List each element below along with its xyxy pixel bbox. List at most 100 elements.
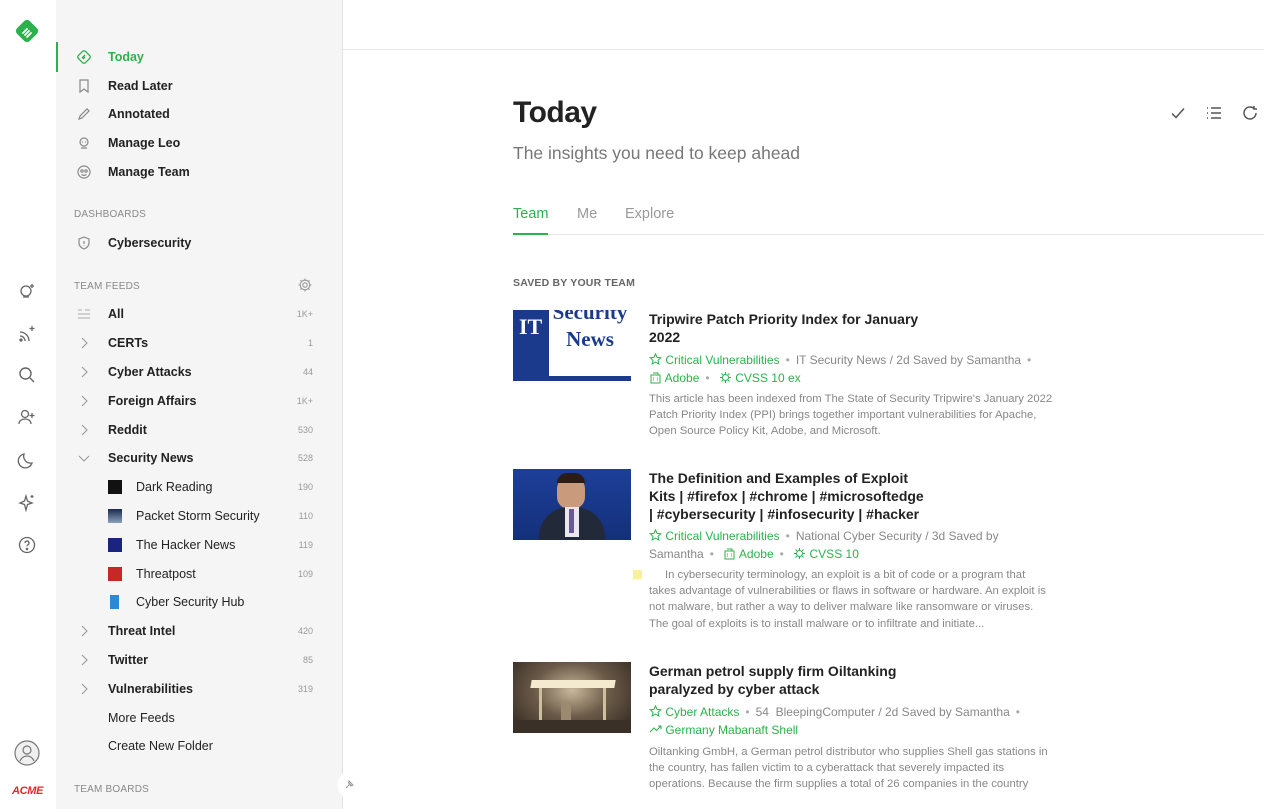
- sparkle-icon[interactable]: [14, 490, 40, 516]
- article-thumbnail[interactable]: [513, 662, 631, 733]
- article-card[interactable]: The Definition and Examples of Exploit K…: [513, 469, 1053, 639]
- feedly-logo-icon[interactable]: [14, 18, 40, 44]
- tab-bar: Team Me Explore: [513, 206, 1264, 235]
- feed-dark-reading[interactable]: Dark Reading 190: [56, 474, 343, 500]
- main-content: Today The insights you need to keep ahea…: [343, 50, 1264, 809]
- chevron-right-icon[interactable]: [76, 335, 92, 351]
- building-icon: [649, 371, 662, 389]
- article-thumbnail[interactable]: [513, 469, 631, 540]
- article-title[interactable]: Tripwire Patch Priority Index for Januar…: [649, 310, 929, 346]
- feed-threatpost[interactable]: Threatpost 109: [56, 561, 343, 587]
- page-actions: [1169, 104, 1259, 127]
- feed-count: 528: [297, 453, 313, 463]
- article-entities: Samantha • Adobe • CVSS 10: [649, 545, 1049, 565]
- layout-list-icon[interactable]: [1205, 104, 1223, 127]
- nav-item-annotated[interactable]: Annotated: [56, 101, 343, 127]
- more-feeds-link[interactable]: More Feeds: [56, 705, 343, 731]
- chevron-right-icon[interactable]: [76, 364, 92, 380]
- cvss-link[interactable]: CVSS 10: [810, 547, 859, 561]
- feed-label: Dark Reading: [136, 480, 213, 494]
- feed-label: Vulnerabilities: [108, 682, 193, 696]
- profile-avatar-icon[interactable]: [14, 740, 40, 766]
- feed-count: 1: [307, 338, 313, 348]
- mark-read-icon[interactable]: [1169, 104, 1187, 127]
- nav-item-manage-team[interactable]: Manage Team: [56, 159, 343, 185]
- article-entities: Adobe • CVSS 10 ex: [649, 369, 1049, 389]
- add-leo-icon[interactable]: [14, 278, 40, 304]
- tab-team[interactable]: Team: [513, 206, 548, 235]
- search-icon[interactable]: [14, 362, 40, 388]
- feed-count: 85: [302, 655, 313, 665]
- shield-icon: [76, 235, 92, 251]
- trend-link[interactable]: Germany Mabanaft Shell: [665, 723, 798, 737]
- nav-item-label: Manage Team: [108, 165, 190, 179]
- chevron-right-icon[interactable]: [76, 422, 92, 438]
- feed-security-news[interactable]: Security News 528: [56, 445, 343, 471]
- create-new-folder-link[interactable]: Create New Folder: [56, 733, 343, 759]
- article-summary: This article has been indexed from The S…: [649, 393, 1053, 438]
- acme-logo: ACME: [12, 785, 44, 797]
- dark-reading-favicon: [108, 480, 122, 494]
- nav-item-manage-leo[interactable]: Manage Leo: [56, 130, 343, 156]
- create-new-folder-label: Create New Folder: [108, 739, 213, 753]
- feed-label: CERTs: [108, 336, 149, 350]
- article-title[interactable]: German petrol supply firm Oiltanking par…: [649, 662, 929, 698]
- feed-label: Threat Intel: [108, 624, 176, 638]
- article-source: BleepingComputer / 2d Saved by Samantha: [775, 705, 1010, 719]
- feed-count: 530: [297, 425, 313, 435]
- feed-vulnerabilities[interactable]: Vulnerabilities 319: [56, 676, 343, 702]
- moon-icon[interactable]: [14, 447, 40, 473]
- add-feed-icon[interactable]: [14, 321, 40, 347]
- topic-link[interactable]: Cyber Attacks: [665, 705, 739, 719]
- article-summary: In cybersecurity terminology, an exploit…: [633, 567, 1053, 632]
- help-icon[interactable]: [14, 532, 40, 558]
- article-thumbnail[interactable]: IT Security News: [513, 310, 631, 381]
- refresh-icon[interactable]: [1241, 104, 1259, 127]
- feed-label: Twitter: [108, 653, 149, 667]
- chevron-right-icon[interactable]: [76, 681, 92, 697]
- section-header: SAVED BY YOUR TEAM: [513, 277, 636, 289]
- feed-twitter[interactable]: Twitter 85: [56, 647, 343, 673]
- article-source: National Cyber Security / 3d Saved by: [795, 529, 999, 543]
- chevron-right-icon[interactable]: [76, 623, 92, 639]
- feed-label: Threatpost: [136, 567, 196, 581]
- feed-threat-intel[interactable]: Threat Intel 420: [56, 618, 343, 644]
- feed-packet-storm[interactable]: Packet Storm Security 110: [56, 503, 343, 529]
- article-title[interactable]: The Definition and Examples of Exploit K…: [649, 469, 929, 523]
- hacker-news-favicon: [108, 538, 122, 552]
- cyber-security-hub-favicon: [110, 595, 119, 609]
- feed-hacker-news[interactable]: The Hacker News 119: [56, 532, 343, 558]
- chevron-right-icon[interactable]: [76, 393, 92, 409]
- nav-item-read-later[interactable]: Read Later: [56, 73, 343, 99]
- entity-link[interactable]: Adobe: [665, 371, 700, 385]
- top-bar: [343, 0, 1264, 50]
- feed-foreign-affairs[interactable]: Foreign Affairs 1K+: [56, 388, 343, 414]
- feed-count: 44: [302, 367, 313, 377]
- topic-link[interactable]: Critical Vulnerabilities: [665, 529, 779, 543]
- feed-certs[interactable]: CERTs 1: [56, 330, 343, 356]
- cvss-link[interactable]: CVSS 10 ex: [735, 371, 800, 385]
- trend-icon: [649, 722, 662, 740]
- article-card[interactable]: IT Security News Tripwire Patch Priority…: [513, 310, 1053, 440]
- article-meta: Critical Vulnerabilities • IT Security New…: [649, 351, 1049, 371]
- nav-item-today[interactable]: Today: [56, 44, 343, 70]
- topic-link[interactable]: Critical Vulnerabilities: [665, 353, 779, 367]
- feed-count: 319: [297, 684, 313, 694]
- add-user-icon[interactable]: [14, 404, 40, 430]
- bug-icon: [793, 547, 806, 565]
- feed-cyber-security-hub[interactable]: Cyber Security Hub: [56, 589, 343, 615]
- feed-all[interactable]: All 1K+: [56, 301, 343, 327]
- nav-item-label: Today: [108, 50, 144, 64]
- gear-icon[interactable]: [297, 277, 313, 293]
- tab-me[interactable]: Me: [577, 206, 597, 235]
- tab-explore[interactable]: Explore: [625, 206, 674, 235]
- chevron-down-icon[interactable]: [76, 450, 92, 466]
- article-meta: Critical Vulnerabilities • National Cyber …: [649, 527, 1049, 547]
- feed-reddit[interactable]: Reddit 530: [56, 417, 343, 443]
- article-card[interactable]: German petrol supply firm Oiltanking par…: [513, 662, 1053, 812]
- feed-cyber-attacks[interactable]: Cyber Attacks 44: [56, 359, 343, 385]
- nav-item-cybersecurity[interactable]: Cybersecurity: [56, 230, 343, 256]
- chevron-right-icon[interactable]: [76, 652, 92, 668]
- entity-link[interactable]: Adobe: [739, 547, 774, 561]
- navigation-panel: Today Read Later Annotated Manage Leo Ma…: [56, 0, 360, 809]
